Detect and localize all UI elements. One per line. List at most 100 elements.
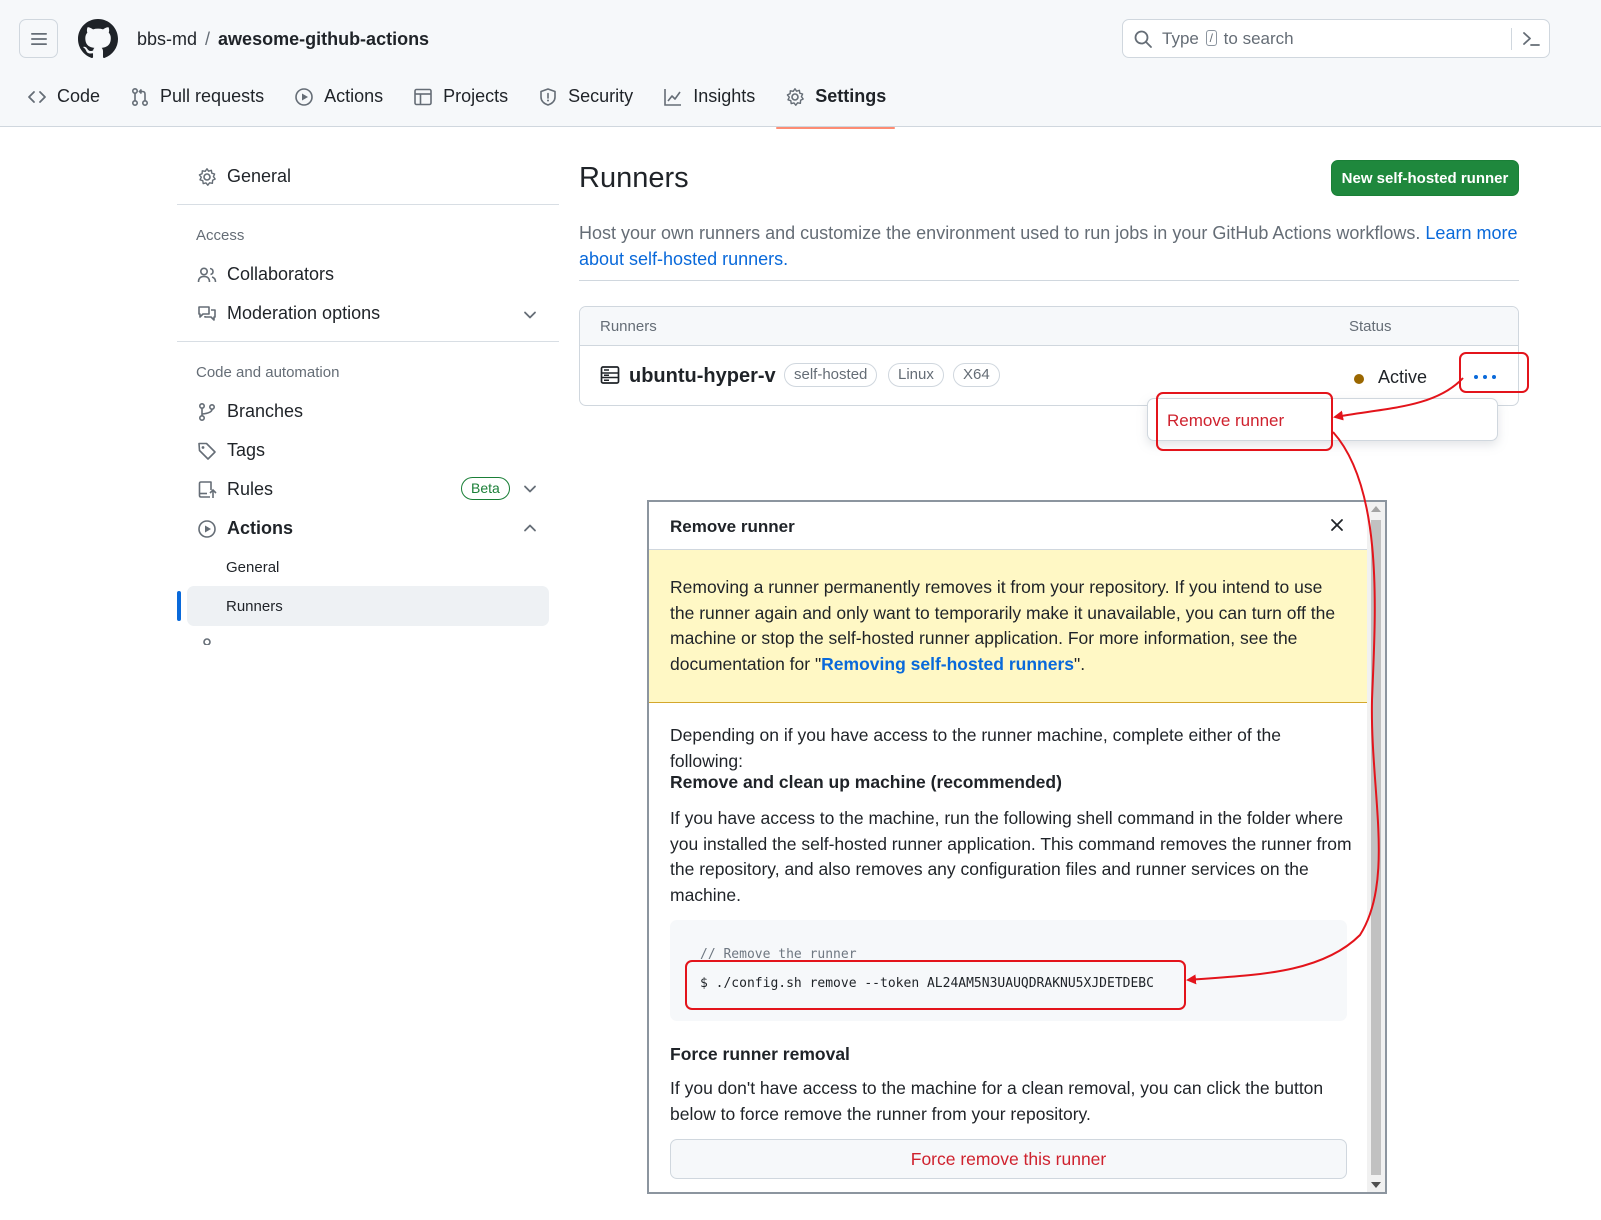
sidebar-item-moderation[interactable]: Moderation options [197, 303, 380, 324]
removing-runners-doc-link[interactable]: Removing self-hosted runners [821, 654, 1074, 674]
sidebar-heading-access: Access [196, 227, 245, 244]
section-heading-clean-removal: Remove and clean up machine (recommended… [670, 772, 1062, 792]
tab-security-label: Security [568, 86, 634, 106]
annotation-box-remove-runner [1156, 392, 1333, 451]
sidebar-item-label: General [227, 166, 292, 186]
git-branch-icon [198, 402, 216, 421]
tab-pull-requests[interactable]: Pull requests [130, 80, 264, 127]
chevron-up-icon[interactable] [522, 520, 538, 536]
dialog-content: Remove runner Removing a runner permanen… [649, 502, 1367, 1192]
sidebar-selected-indicator [177, 591, 181, 621]
annotation-box-command [685, 960, 1186, 1010]
sidebar-item-label: Tags [227, 440, 266, 460]
sidebar-item-label: Collaborators [227, 264, 335, 284]
tab-insights[interactable]: Insights [663, 80, 755, 127]
sidebar-item-label: Actions [227, 518, 294, 538]
tab-actions-label: Actions [324, 86, 384, 106]
dialog-title: Remove runner [670, 517, 795, 536]
gear-icon [786, 88, 805, 106]
column-header-status: Status [1349, 318, 1392, 335]
tab-projects-label: Projects [443, 86, 509, 106]
sidebar-item-label: Branches [227, 401, 304, 421]
status-indicator [1354, 374, 1364, 384]
search-icon [1134, 30, 1152, 48]
tab-security[interactable]: Security [538, 80, 633, 127]
dialog-intro: Depending on if you have access to the r… [670, 725, 1281, 771]
sidebar-item-tags[interactable]: Tags [197, 440, 265, 461]
breadcrumb: bbs-md / awesome-github-actions [137, 28, 429, 50]
repo-link[interactable]: awesome-github-actions [218, 29, 429, 49]
webhook-icon [203, 638, 211, 645]
search-placeholder: Type / to search [1162, 29, 1294, 49]
search-placeholder-before: Type [1162, 29, 1199, 48]
page-description: Host your own runners and customize the … [579, 220, 1519, 272]
shield-icon [540, 88, 556, 106]
breadcrumb-separator: / [205, 29, 211, 49]
section-heading-force-removal: Force runner removal [670, 1044, 850, 1064]
sidebar-subitem-general[interactable]: General [226, 559, 279, 576]
chevron-down-icon[interactable] [522, 481, 538, 497]
new-self-hosted-runner-button[interactable]: New self-hosted runner [1331, 160, 1519, 196]
server-icon [600, 366, 620, 384]
search-placeholder-after: to search [1223, 29, 1294, 48]
gear-icon [198, 167, 216, 186]
sidebar-item-label: Rules [227, 479, 274, 499]
tab-pull-requests-label: Pull requests [160, 86, 265, 106]
search-input[interactable]: Type / to search [1122, 19, 1550, 58]
tab-code-label: Code [57, 86, 101, 106]
tab-settings[interactable]: Settings [776, 80, 896, 129]
tab-projects[interactable]: Projects [413, 80, 508, 127]
close-icon[interactable] [1329, 517, 1345, 533]
section-text-clean-removal: If you have access to the machine, run t… [670, 808, 1352, 905]
play-icon [295, 88, 313, 106]
hamburger-icon [30, 32, 47, 45]
column-header-runners: Runners [600, 318, 657, 335]
scroll-up-arrow-icon[interactable] [1371, 506, 1381, 512]
repo-push-icon [198, 480, 217, 498]
page-title: Runners [579, 162, 689, 194]
git-pull-request-icon [132, 87, 149, 107]
runners-table: Runners Status ubuntu-hyper-v self-hoste… [579, 306, 1519, 406]
scrollbar-thumb[interactable] [1371, 520, 1381, 1175]
warning-text-end: ". [1074, 653, 1086, 674]
tab-settings-label: Settings [815, 86, 887, 106]
comment-discussion-icon [198, 305, 216, 321]
tab-actions[interactable]: Actions [294, 80, 383, 127]
github-logo-icon[interactable] [78, 19, 118, 59]
section-divider [579, 280, 1519, 281]
runner-label: Linux [888, 363, 944, 387]
table-header: Runners Status [580, 307, 1518, 346]
code-icon [28, 91, 46, 103]
sidebar-item-collaborators[interactable]: Collaborators [197, 264, 334, 285]
sidebar-item-branches[interactable]: Branches [197, 401, 303, 422]
runner-status: Active [1378, 367, 1428, 387]
sidebar-heading-code-automation: Code and automation [196, 364, 340, 381]
annotation-box-kebab [1459, 352, 1529, 393]
runner-label: self-hosted [784, 363, 878, 387]
owner-link[interactable]: bbs-md [137, 29, 197, 49]
scroll-down-arrow-icon[interactable] [1371, 1182, 1381, 1188]
runner-name[interactable]: ubuntu-hyper-v [629, 365, 776, 388]
play-icon [198, 519, 216, 538]
sidebar-item-general[interactable]: General [197, 166, 291, 187]
sidebar-item-rules[interactable]: Rules [197, 479, 273, 500]
people-icon [197, 266, 217, 282]
sidebar-subitem-runners[interactable]: Runners [226, 598, 283, 615]
section-text-force-removal: If you don't have access to the machine … [670, 1078, 1324, 1124]
chevron-down-icon[interactable] [522, 307, 538, 323]
description-text: Host your own runners and customize the … [579, 223, 1421, 243]
remove-runner-dialog: Remove runner Removing a runner permanen… [647, 500, 1387, 1194]
search-shortcut-key: / [1205, 30, 1217, 46]
force-remove-button[interactable]: Force remove this runner [670, 1139, 1347, 1179]
graph-icon [664, 89, 682, 106]
dialog-header: Remove runner [649, 502, 1367, 550]
tab-insights-label: Insights [693, 86, 756, 106]
sidebar-divider [177, 204, 559, 205]
app-header: bbs-md / awesome-github-actions Type / to … [0, 0, 1601, 129]
tab-code[interactable]: Code [27, 80, 100, 127]
runner-label: X64 [953, 363, 1000, 387]
tag-icon [198, 442, 216, 460]
menu-button[interactable] [19, 19, 58, 58]
sidebar-item-actions[interactable]: Actions [197, 518, 293, 539]
command-palette-icon[interactable] [1521, 29, 1541, 49]
